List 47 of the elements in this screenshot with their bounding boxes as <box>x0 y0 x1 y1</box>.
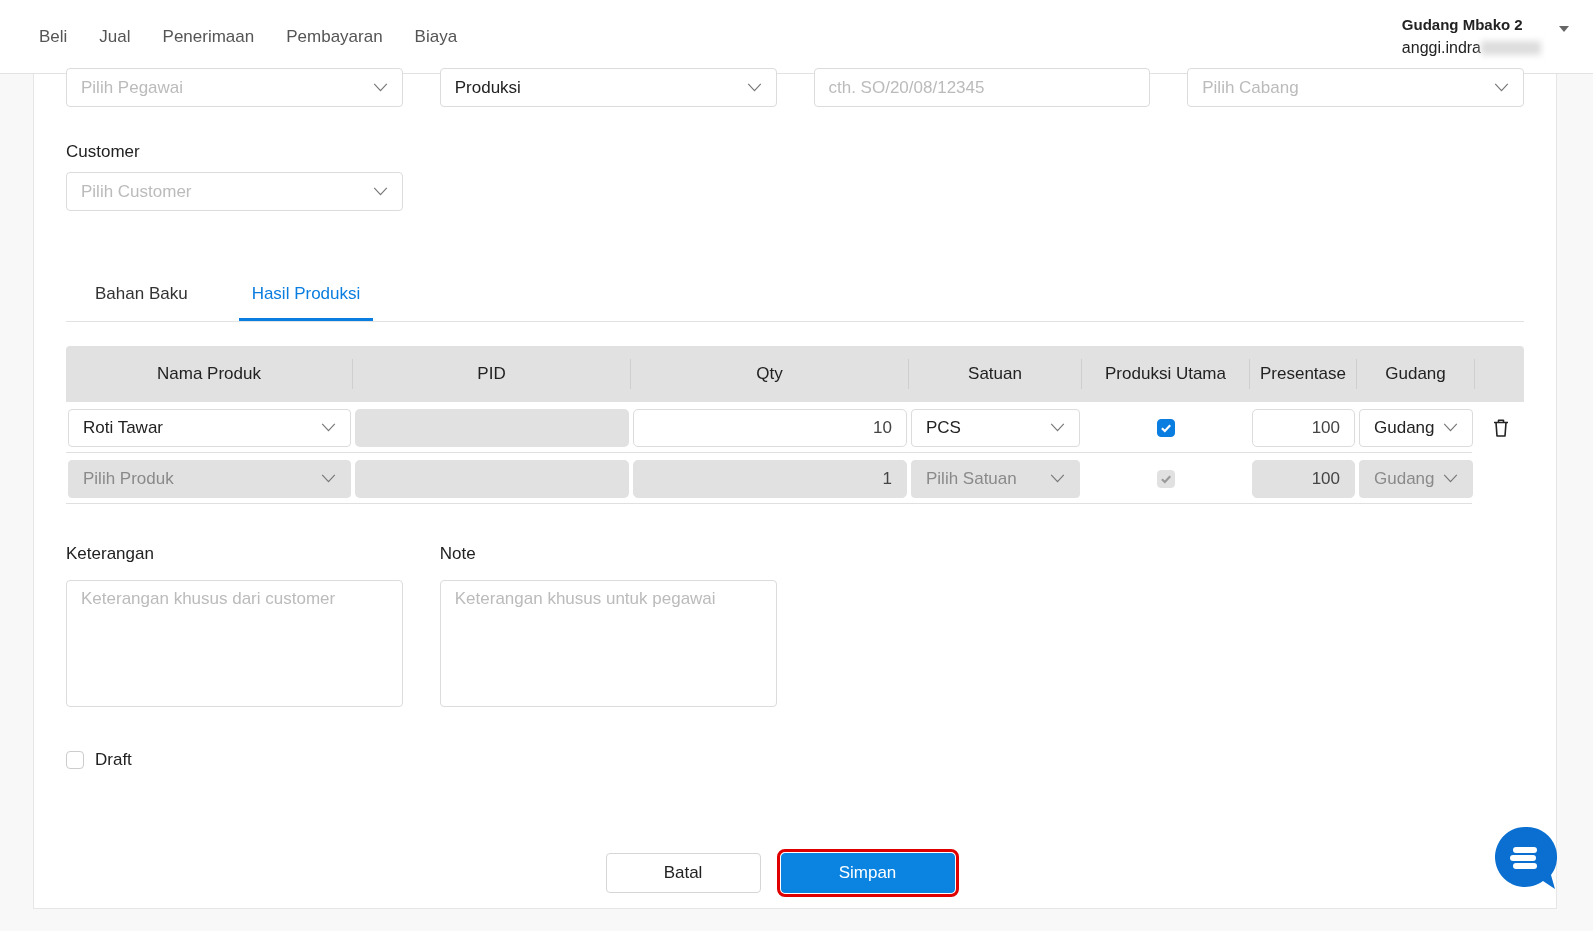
chevron-icon <box>1443 423 1458 432</box>
caret-icon[interactable] <box>1559 26 1569 32</box>
field-label: Customer <box>66 142 141 162</box>
qty-field[interactable]: 10 <box>633 408 907 447</box>
cancel-button[interactable]: Batal <box>605 853 761 893</box>
nav-item[interactable]: Jual <box>85 26 149 47</box>
field-label: Note <box>439 544 477 564</box>
chat-bubble-icon[interactable] <box>1492 825 1558 891</box>
checkbox[interactable] <box>1157 418 1175 437</box>
user-email: anggi.indra <box>1401 39 1481 57</box>
field-label: Keterangan <box>66 544 155 564</box>
warehouse-select[interactable]: Gudang <box>1359 408 1473 447</box>
checkbox[interactable] <box>66 751 84 769</box>
nav-item[interactable]: Pembayaran <box>272 26 401 47</box>
chevron-icon <box>321 474 336 483</box>
column-header: Produksi Utama <box>1082 359 1250 389</box>
chevron-icon <box>372 187 388 196</box>
text-area[interactable]: Keterangan khusus untuk pegawai <box>439 580 777 707</box>
select-field[interactable]: Produksi <box>439 68 777 107</box>
input-field[interactable]: cth. SO/20/08/12345 <box>813 68 1151 107</box>
column-header: Gudang <box>1357 359 1475 389</box>
chevron-icon <box>1050 474 1065 483</box>
company-name: Gudang Mbako 2 <box>1401 16 1524 33</box>
tab[interactable]: Hasil Produksi <box>238 284 374 321</box>
chevron-icon <box>1050 423 1065 432</box>
text-area[interactable]: Keterangan khusus dari customer <box>66 580 403 707</box>
checkbox-label: Draft <box>95 750 132 770</box>
nav-item[interactable]: Penerimaan <box>148 26 273 47</box>
unit-select[interactable]: PCS <box>911 408 1080 447</box>
nav-item[interactable]: Biaya <box>400 26 476 47</box>
column-header: Satuan <box>909 359 1082 389</box>
nav-item[interactable]: Beli <box>25 26 86 47</box>
product-select[interactable]: Roti Tawar <box>68 408 351 447</box>
chevron-icon <box>372 83 388 92</box>
column-header: Qty <box>631 359 909 389</box>
chevron-icon <box>1443 474 1458 483</box>
chevron-icon <box>1494 83 1509 92</box>
qty-field: 1 <box>633 459 907 498</box>
percentage-field[interactable]: 100 <box>1252 408 1355 447</box>
column-header: Nama Produk <box>66 359 353 389</box>
chevron-icon <box>321 423 336 432</box>
column-header: Presentase <box>1250 359 1357 389</box>
chevron-icon <box>746 83 762 92</box>
percentage-field: 100 <box>1252 459 1355 498</box>
tab[interactable]: Bahan Baku <box>82 284 201 321</box>
trash-icon[interactable] <box>1493 418 1509 437</box>
column-header: PID <box>353 359 631 389</box>
